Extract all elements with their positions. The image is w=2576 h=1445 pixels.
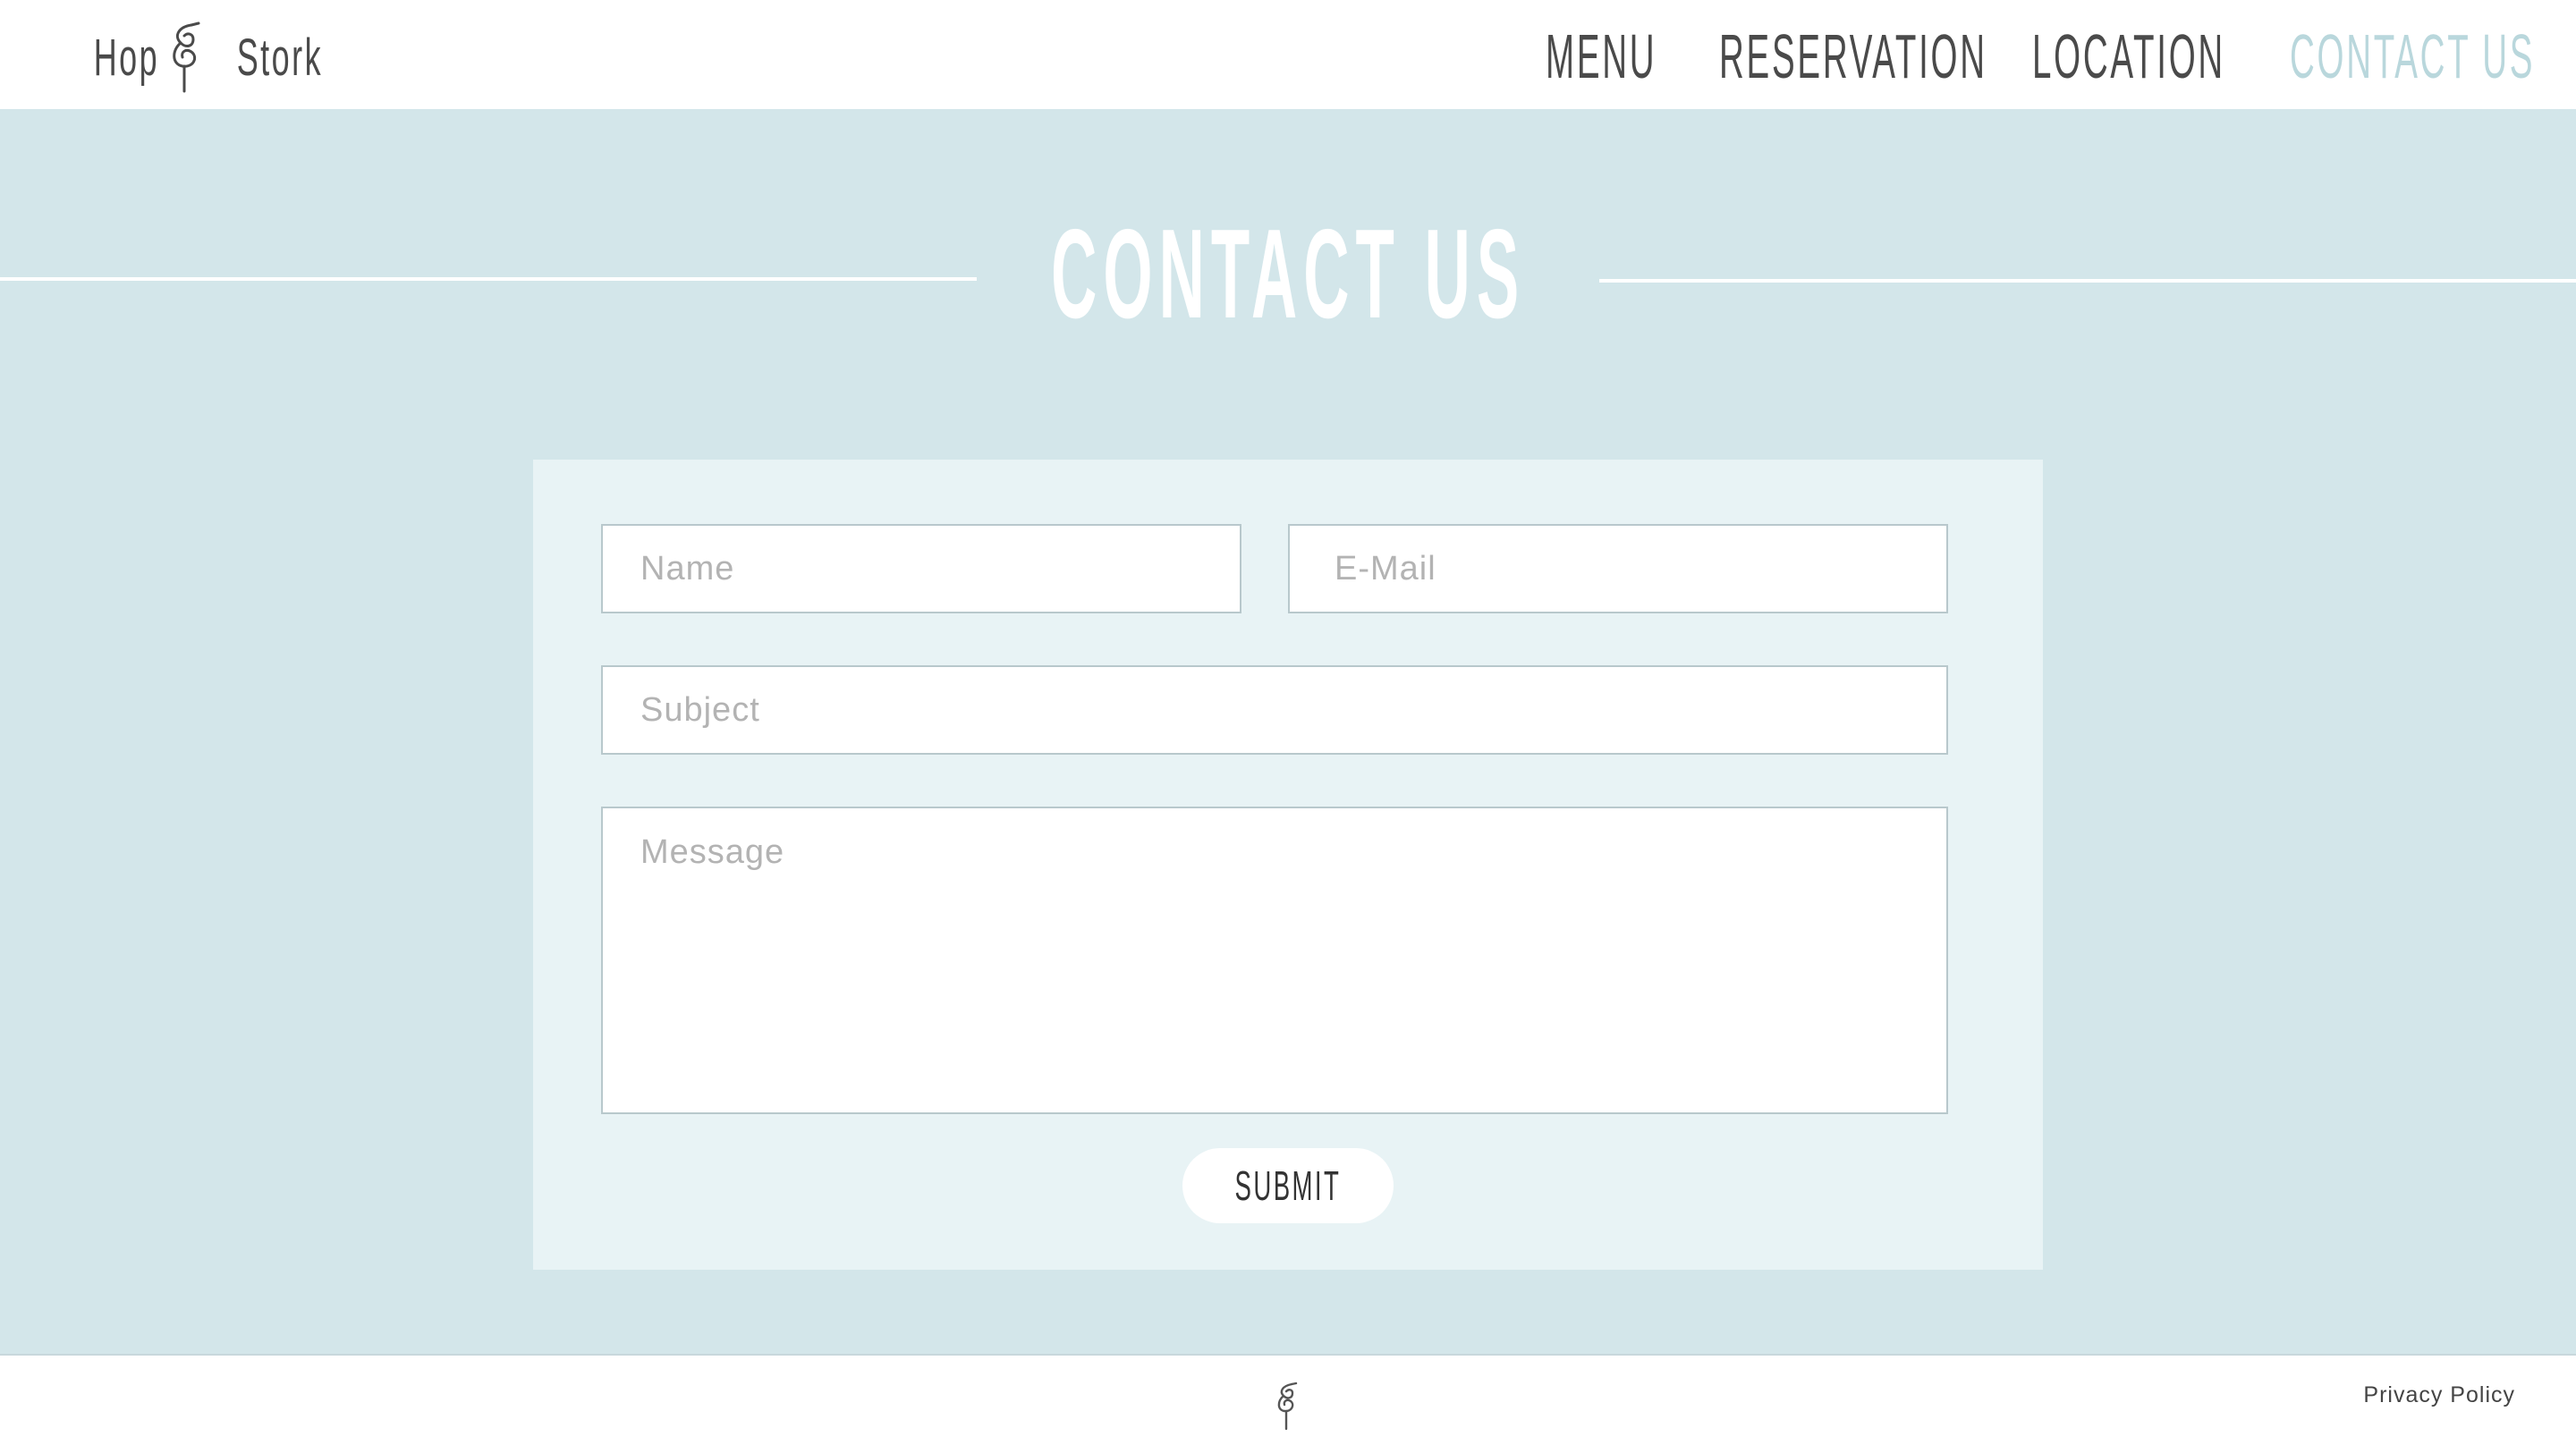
nav-item-menu[interactable]: Menu [1546, 18, 1657, 95]
stork-icon [1277, 1382, 1298, 1431]
site-header: Hop Stork Menu Reservation Location Cont… [0, 0, 2576, 109]
contact-form: Submit [533, 460, 2043, 1270]
site-footer: Privacy Policy [0, 1354, 2576, 1445]
submit-button[interactable]: Submit [1182, 1148, 1394, 1223]
nav-item-location[interactable]: Location [2032, 18, 2225, 95]
email-input[interactable] [1288, 524, 1948, 613]
contact-section: Contact Us Submit [0, 109, 2576, 1354]
submit-button-label: Submit [1234, 1162, 1342, 1209]
page-title-text: Contact Us [1050, 203, 1526, 345]
nav-item-contact-us[interactable]: Contact Us [2290, 18, 2535, 95]
nav-item-reservation[interactable]: Reservation [1719, 18, 1987, 95]
message-textarea[interactable] [601, 807, 1948, 1114]
page-title: Contact Us [0, 207, 2576, 342]
subject-input[interactable] [601, 665, 1948, 755]
privacy-policy-link[interactable]: Privacy Policy [2363, 1382, 2515, 1408]
main-nav: Menu Reservation Location Contact Us [0, 18, 2576, 95]
name-input[interactable] [601, 524, 1241, 613]
